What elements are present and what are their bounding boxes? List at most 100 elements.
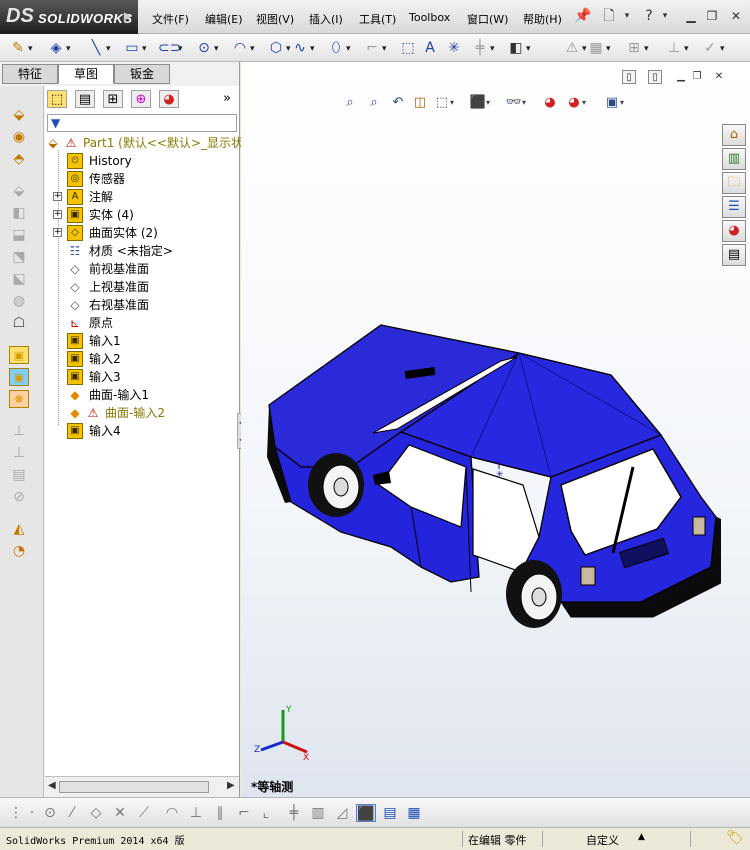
pin-icon[interactable]: 📌 (574, 8, 592, 24)
status-units[interactable]: 自定义 (586, 832, 619, 848)
units-dropdown-icon[interactable]: ▲ (638, 832, 645, 842)
menu-window[interactable]: 窗口(W) (467, 11, 508, 27)
intersect-icon[interactable]: ⊘ (9, 488, 29, 506)
snap-grid-icon[interactable]: ╪ (284, 804, 304, 822)
rectangle-icon[interactable]: ▭ (122, 39, 146, 58)
snap-horizontal-icon[interactable]: ⌐ (234, 804, 254, 822)
point-icon[interactable]: ✳ (444, 39, 464, 57)
solidworks-logo[interactable]: DS SOLIDWORKS ▶ (0, 0, 138, 34)
curves-icon[interactable]: ▣ (9, 368, 29, 386)
snap-quadrant-icon[interactable]: ◇ (86, 804, 106, 822)
menu-tools[interactable]: 工具(T) (359, 11, 396, 27)
expand-tabs-icon[interactable]: » (217, 90, 237, 108)
car-model[interactable]: ✳ (261, 317, 721, 637)
viewport-minimize-icon[interactable]: ▁ (674, 70, 688, 84)
split-view-icon[interactable]: ▯ (622, 70, 636, 84)
tree-item[interactable]: ◆ ⚠ 曲面-输入2 (53, 404, 237, 422)
logo-arrow-icon[interactable]: ▶ (124, 11, 132, 22)
apply-scene-icon[interactable]: ◕ (565, 94, 586, 112)
minimize-icon[interactable]: ▁ (683, 8, 699, 23)
view-settings-icon[interactable]: ▣ (603, 94, 624, 112)
plane-sketch-icon[interactable]: ⬚ (398, 39, 418, 57)
previous-view-icon[interactable]: ↶ (389, 94, 407, 112)
snap-angle-icon[interactable]: ⌞ (256, 804, 276, 822)
ref-geometry-icon[interactable]: ▣ (9, 346, 29, 364)
snap-angle-two-icon[interactable]: ◿ (332, 804, 352, 822)
tree-item[interactable]: ◎ 传感器 (53, 170, 237, 188)
extruded-boss-icon[interactable]: ⬙ (9, 106, 29, 124)
line-icon[interactable]: ╲ (86, 39, 111, 58)
tab-sheet-metal[interactable]: 钣金 (114, 64, 170, 84)
polygon-icon[interactable]: ⬡ (266, 39, 291, 58)
snap-center-icon[interactable]: ⊙ (40, 804, 60, 822)
tree-item[interactable]: ▣ 输入4 (53, 422, 237, 440)
scroll-left-icon[interactable]: ◀ (48, 780, 56, 791)
rib-icon[interactable]: ☖ (9, 314, 29, 332)
instant3d-icon[interactable]: ❋ (9, 390, 29, 408)
centerline-icon[interactable]: ╪ (470, 39, 495, 58)
tree-item[interactable]: + ◇ 曲面实体 (2) (53, 224, 237, 242)
expand-plus-icon[interactable]: + (53, 228, 62, 237)
design-library-icon[interactable]: ▥ (722, 148, 746, 170)
snap-perpendicular-icon[interactable]: ⊥ (186, 804, 206, 822)
move-entities-icon[interactable]: ⊞ (624, 39, 648, 58)
custom-properties-icon[interactable]: ▤ (722, 244, 746, 266)
hide-show-items-icon[interactable]: 👓 (505, 94, 526, 112)
snap-point-icon[interactable]: · (22, 804, 42, 822)
section-view-icon[interactable]: ◫ (411, 94, 429, 112)
tree-item[interactable]: ◇ 上视基准面 (53, 278, 237, 296)
help-dropdown-icon[interactable]: ▾ (656, 8, 674, 24)
circle-icon[interactable]: ⊙ (194, 39, 218, 58)
file-explorer-icon[interactable]: 🗀 (722, 172, 746, 194)
viewport-restore-icon[interactable]: ❐ (690, 70, 704, 84)
tree-item[interactable]: ◇ 右视基准面 (53, 296, 237, 314)
new-document-dropdown-icon[interactable]: ▾ (618, 8, 636, 24)
mirror-icon[interactable]: ◭ (9, 520, 29, 538)
tree-item[interactable]: ◆ 曲面-输入1 (53, 386, 237, 404)
swept-boss-icon[interactable]: ⬘ (9, 150, 29, 168)
viewport-close-icon[interactable]: ✕ (712, 70, 726, 84)
repair-sketch-icon[interactable]: ✓ (700, 39, 724, 58)
tab-features[interactable]: 特征 (2, 64, 58, 84)
property-manager-tab-icon[interactable]: ▤ (75, 90, 95, 108)
tree-item[interactable]: + A 注解 (53, 188, 237, 206)
tree-item[interactable]: ▣ 输入2 (53, 350, 237, 368)
snap-nearest-icon[interactable]: ⟋ (134, 804, 154, 822)
appearances-scenes-icon[interactable]: ◕ (722, 220, 746, 242)
slot-icon[interactable]: ⊂⊃ (158, 39, 183, 58)
boundary-cut-icon[interactable]: ⬕ (9, 270, 29, 288)
menu-edit[interactable]: 编辑(E) (205, 11, 243, 27)
snap-parallel-icon[interactable]: ∥ (210, 804, 230, 822)
tree-item[interactable]: ☷ 材质 <未指定> (53, 242, 237, 260)
lofted-cut-icon[interactable]: ⬔ (9, 248, 29, 266)
snap-midpoint-icon[interactable]: ⁄ (62, 804, 82, 822)
tree-item[interactable]: ▣ 输入3 (53, 368, 237, 386)
pattern-icon[interactable]: ▦ (586, 39, 610, 58)
scrollbar-thumb[interactable] (59, 781, 209, 793)
snap-length-icon[interactable]: ▥ (308, 804, 328, 822)
wrap-icon[interactable]: ▤ (9, 466, 29, 484)
zoom-to-area-icon[interactable]: ⌕ (365, 94, 383, 112)
edit-appearance-icon[interactable]: ◕ (541, 94, 559, 112)
spline-icon[interactable]: ∿ (290, 39, 314, 58)
zoom-to-fit-icon[interactable]: ⌕ (341, 94, 359, 112)
sketch-icon[interactable]: ✎ (8, 39, 32, 58)
trim-icon[interactable]: ⚠ (562, 39, 587, 58)
tree-item[interactable]: ◇ 前视基准面 (53, 260, 237, 278)
snap-intersection-icon[interactable]: ✕ (110, 804, 130, 822)
arc-icon[interactable]: ◠ (230, 39, 255, 58)
smart-dimension-icon[interactable]: ◈ (46, 39, 71, 58)
draft-icon[interactable]: ⊥ (9, 422, 29, 440)
tree-filter-input[interactable]: ▼ (47, 114, 237, 132)
expand-plus-icon[interactable]: + (53, 192, 62, 201)
tab-sketch[interactable]: 草图 (58, 64, 114, 84)
shaded-mode-icon[interactable]: ⬛ (356, 804, 376, 822)
scroll-right-icon[interactable]: ▶ (227, 780, 235, 791)
solidworks-resources-icon[interactable]: ⌂ (722, 124, 746, 146)
view-orientation-icon[interactable]: ⬚ (433, 94, 454, 112)
expand-plus-icon[interactable]: + (53, 210, 62, 219)
display-manager-tab-icon[interactable]: ◕ (159, 90, 179, 108)
tree-horizontal-scrollbar[interactable]: ◀ ▶ (45, 776, 239, 796)
convert-entities-icon[interactable]: ◧ (506, 39, 530, 58)
tree-root-part[interactable]: ⬙ ⚠ Part1 (默认<<默认>_显示状 (45, 134, 243, 152)
